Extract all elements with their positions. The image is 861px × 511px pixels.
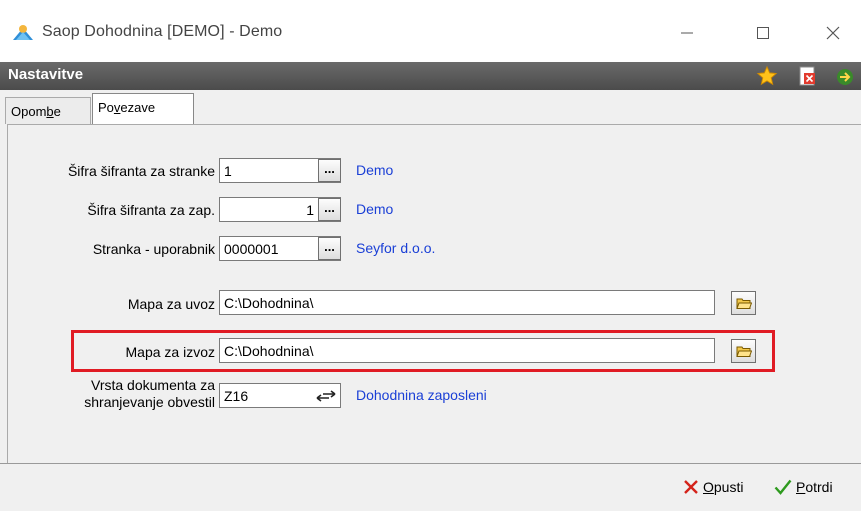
dialog-body: Opombe Povezave Šifra šifranta za strank… (0, 90, 861, 511)
mapa-uvoz-folder-button[interactable] (731, 291, 756, 315)
vrsta-dokumenta-link[interactable]: Dohodnina zaposleni (356, 387, 487, 403)
sifrant-stranke-link[interactable]: Demo (356, 162, 393, 178)
swap-arrows-icon[interactable] (312, 387, 340, 405)
dialog-footer: Opusti Potrdi (0, 463, 861, 511)
tab-povezave-label: Povezave (98, 100, 156, 115)
star-icon[interactable] (755, 65, 779, 87)
app-icon (11, 23, 35, 43)
stranka-uporabnik-link[interactable]: Seyfor d.o.o. (356, 240, 435, 256)
window-titlebar: Saop Dohodnina [DEMO] - Demo (0, 0, 861, 62)
folder-open-icon (735, 346, 752, 357)
vrsta-dokumenta-label-line1: Vrsta dokumenta za (91, 377, 215, 393)
cancel-button-label: Opusti (703, 479, 744, 495)
folder-open-icon (735, 298, 752, 309)
window-title: Saop Dohodnina [DEMO] - Demo (42, 23, 283, 40)
mapa-izvoz-folder-button[interactable] (731, 339, 756, 363)
sifrant-zap-label: Šifra šifranta za zap. (87, 202, 215, 218)
checkmark-icon (774, 479, 792, 495)
vrsta-dokumenta-label-line2: shranjevanje obvestil (84, 394, 215, 410)
mapa-uvoz-label: Mapa za uvoz (127, 296, 215, 312)
minimize-button[interactable] (664, 16, 710, 50)
section-header: Nastavitve (0, 62, 861, 90)
vrsta-dokumenta-label: Vrsta dokumenta za shranjevanje obvestil (20, 377, 215, 411)
tab-povezave[interactable]: Povezave (92, 93, 194, 124)
tab-strip: Opombe Povezave (0, 90, 861, 124)
tab-opombe-label: Opombe (11, 104, 61, 119)
document-close-icon[interactable] (796, 65, 820, 87)
mapa-uvoz-input[interactable] (219, 290, 715, 315)
stranka-uporabnik-browse-button[interactable]: ... (318, 237, 341, 260)
cancel-button[interactable]: Opusti (683, 479, 743, 495)
sifrant-zap-browse-button[interactable]: ... (318, 198, 341, 221)
sifrant-stranke-label: Šifra šifranta za stranke (67, 163, 215, 179)
header-title: Nastavitve (8, 66, 84, 83)
sifrant-zap-link[interactable]: Demo (356, 201, 393, 217)
mapa-izvoz-label: Mapa za izvoz (125, 344, 215, 360)
cancel-icon (684, 480, 698, 494)
exit-icon[interactable] (833, 65, 857, 87)
maximize-button[interactable] (740, 16, 786, 50)
stranka-uporabnik-label: Stranka - uporabnik (92, 241, 215, 257)
mapa-izvoz-input[interactable] (219, 338, 715, 363)
close-button[interactable] (810, 16, 856, 50)
sifrant-stranke-browse-button[interactable]: ... (318, 159, 341, 182)
confirm-button[interactable]: Potrdi (774, 479, 833, 495)
confirm-button-label: Potrdi (796, 479, 833, 495)
tab-opombe[interactable]: Opombe (5, 97, 91, 124)
